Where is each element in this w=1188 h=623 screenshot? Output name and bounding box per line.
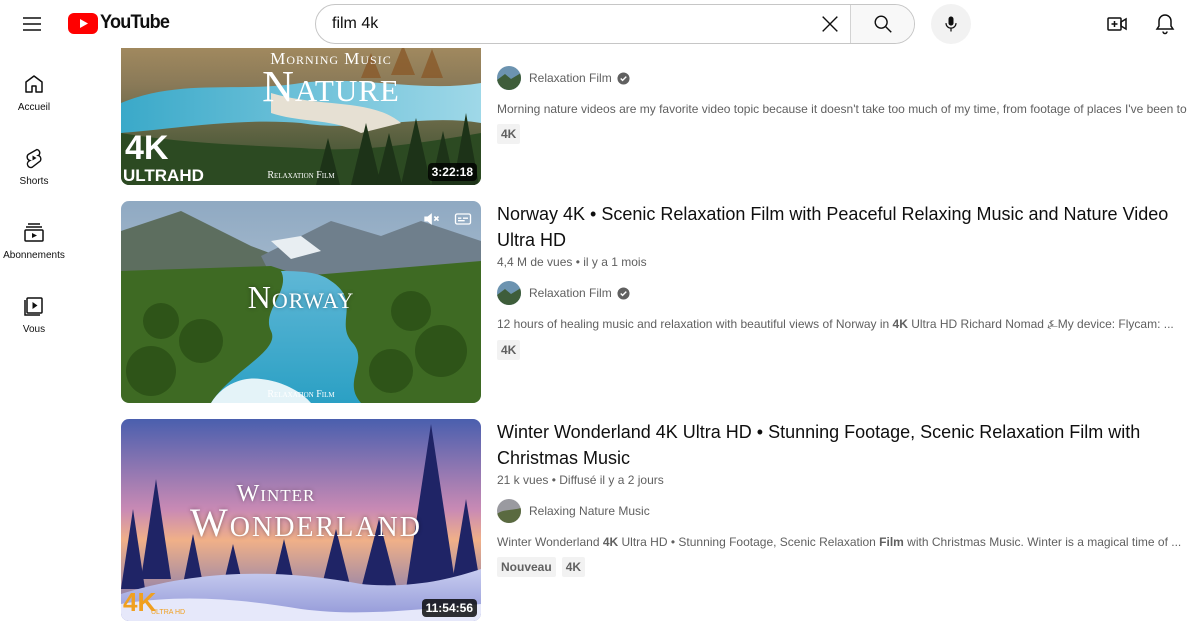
thumbnail-title: Norway [247,279,355,315]
mute-icon[interactable] [421,209,441,229]
desc-text: 12 hours of healing music and relaxation… [497,317,893,331]
thumbnail-watermark: Relaxation Film [267,170,335,181]
bell-icon [1155,14,1175,35]
create-button[interactable] [1099,6,1135,42]
thumbnail-title: Wonderland [190,500,422,545]
desc-highlight: 4K [602,535,619,549]
guide-label: Vous [22,324,46,335]
search-input[interactable] [316,5,810,43]
guide-menu-button[interactable] [14,6,50,42]
channel-name: Relaxation Film [529,286,612,300]
desc-text: Ultra HD Richard Nomad ⍼My device: Flyca… [907,317,1174,331]
guide-item-home[interactable]: Accueil [0,56,68,130]
video-title[interactable]: Norway 4K • Scenic Relaxation Film with … [497,201,1188,253]
guide-label: Accueil [17,102,51,113]
video-duration: 3:22:18 [427,163,477,181]
verified-badge-icon [617,286,630,300]
video-duration: 11:54:56 [421,599,477,617]
voice-search-button[interactable] [931,4,971,44]
shorts-icon [26,148,42,169]
close-icon [822,16,838,32]
badge-4k: 4K [497,124,521,144]
video-metadata: Norway 4K • Scenic Relaxation Film with … [497,201,1188,360]
video-description: Morning nature videos are my favorite vi… [497,102,1187,116]
video-description: Winter Wonderland 4K Ultra HD • Stunning… [497,535,1188,549]
view-count: 4,4 M de vues [497,255,573,269]
channel-avatar [497,66,521,90]
thumbnail-ultrahd-label: ULTRAHD [123,166,204,185]
channel-info[interactable]: Relaxing Nature Music [497,499,1188,523]
thumbnail-title: Nature [262,62,400,111]
stats-separator: • [548,473,560,487]
channel-name: Relaxing Nature Music [529,504,650,518]
stats-separator: • [572,255,584,269]
badge-row: Nouveau 4K [497,557,1188,577]
video-title[interactable]: Winter Wonderland 4K Ultra HD • Stunning… [497,419,1188,471]
channel-info[interactable]: Relaxation Film [497,281,1188,305]
guide-item-you[interactable]: Vous [0,278,68,352]
guide-label: Abonnements [3,250,65,261]
channel-avatar [497,281,521,305]
badge-row: 4K [497,340,1188,360]
video-stats: 21 k vues • Diffusé il y a 2 jours [497,473,1188,487]
you-icon [24,297,43,316]
video-description: 12 hours of healing music and relaxation… [497,317,1188,332]
video-thumbnail[interactable]: Winter Wonderland 4K ULTRA HD 11:54:56 [121,419,481,621]
guide-label: Shorts [19,176,49,187]
desc-text: with Christmas Music. Winter is a magica… [903,535,1182,549]
desc-text: Ultra HD • Stunning Footage, Scenic Rela… [618,535,880,549]
video-stats: 4,4 M de vues • il y a 1 mois [497,255,1188,269]
video-thumbnail[interactable]: Norway Relaxation Film [121,201,481,403]
thumbnail-4k-badge: 4K [125,129,169,167]
subscriptions-icon [24,223,44,242]
desc-text: Winter Wonderland [497,535,603,549]
badge-4k: 4K [561,557,586,577]
clear-search-button[interactable] [810,5,850,43]
notifications-button[interactable] [1147,6,1183,42]
view-count: 21 k vues [497,473,549,487]
captions-icon[interactable] [453,209,473,229]
badge-new: Nouveau [497,557,556,577]
search-box [315,4,915,44]
youtube-logo-icon [68,12,98,34]
channel-name: Relaxation Film [529,71,612,85]
hamburger-icon [23,17,41,31]
upload-age: il y a 1 mois [583,255,647,269]
video-metadata: Winter Wonderland 4K Ultra HD • Stunning… [497,419,1188,577]
desc-highlight: Film [879,535,904,549]
search-button[interactable] [850,5,914,43]
logo-text: YouTube [100,12,170,33]
create-video-icon [1107,17,1127,31]
channel-avatar [497,499,521,523]
badge-4k: 4K [497,340,521,360]
thumbnail-watermark: Relaxation Film [267,389,335,400]
badge-row: 4K [497,124,1188,144]
thumbnail-ultrahd-label: ULTRA HD [151,609,186,616]
upload-age: Diffusé il y a 2 jours [559,473,664,487]
youtube-logo[interactable]: YouTube [68,12,173,34]
microphone-icon [945,16,957,32]
guide-item-shorts[interactable]: Shorts [0,130,68,204]
masthead: YouTube [0,0,1188,48]
mini-guide: Accueil Shorts Abonnements Vous [0,56,68,352]
home-icon [25,75,43,93]
desc-highlight: 4K [892,317,908,331]
verified-badge-icon [617,71,630,85]
channel-info[interactable]: Relaxation Film [497,66,1188,90]
guide-item-subscriptions[interactable]: Abonnements [0,204,68,278]
search-icon [874,15,892,33]
hover-controls [421,209,473,229]
